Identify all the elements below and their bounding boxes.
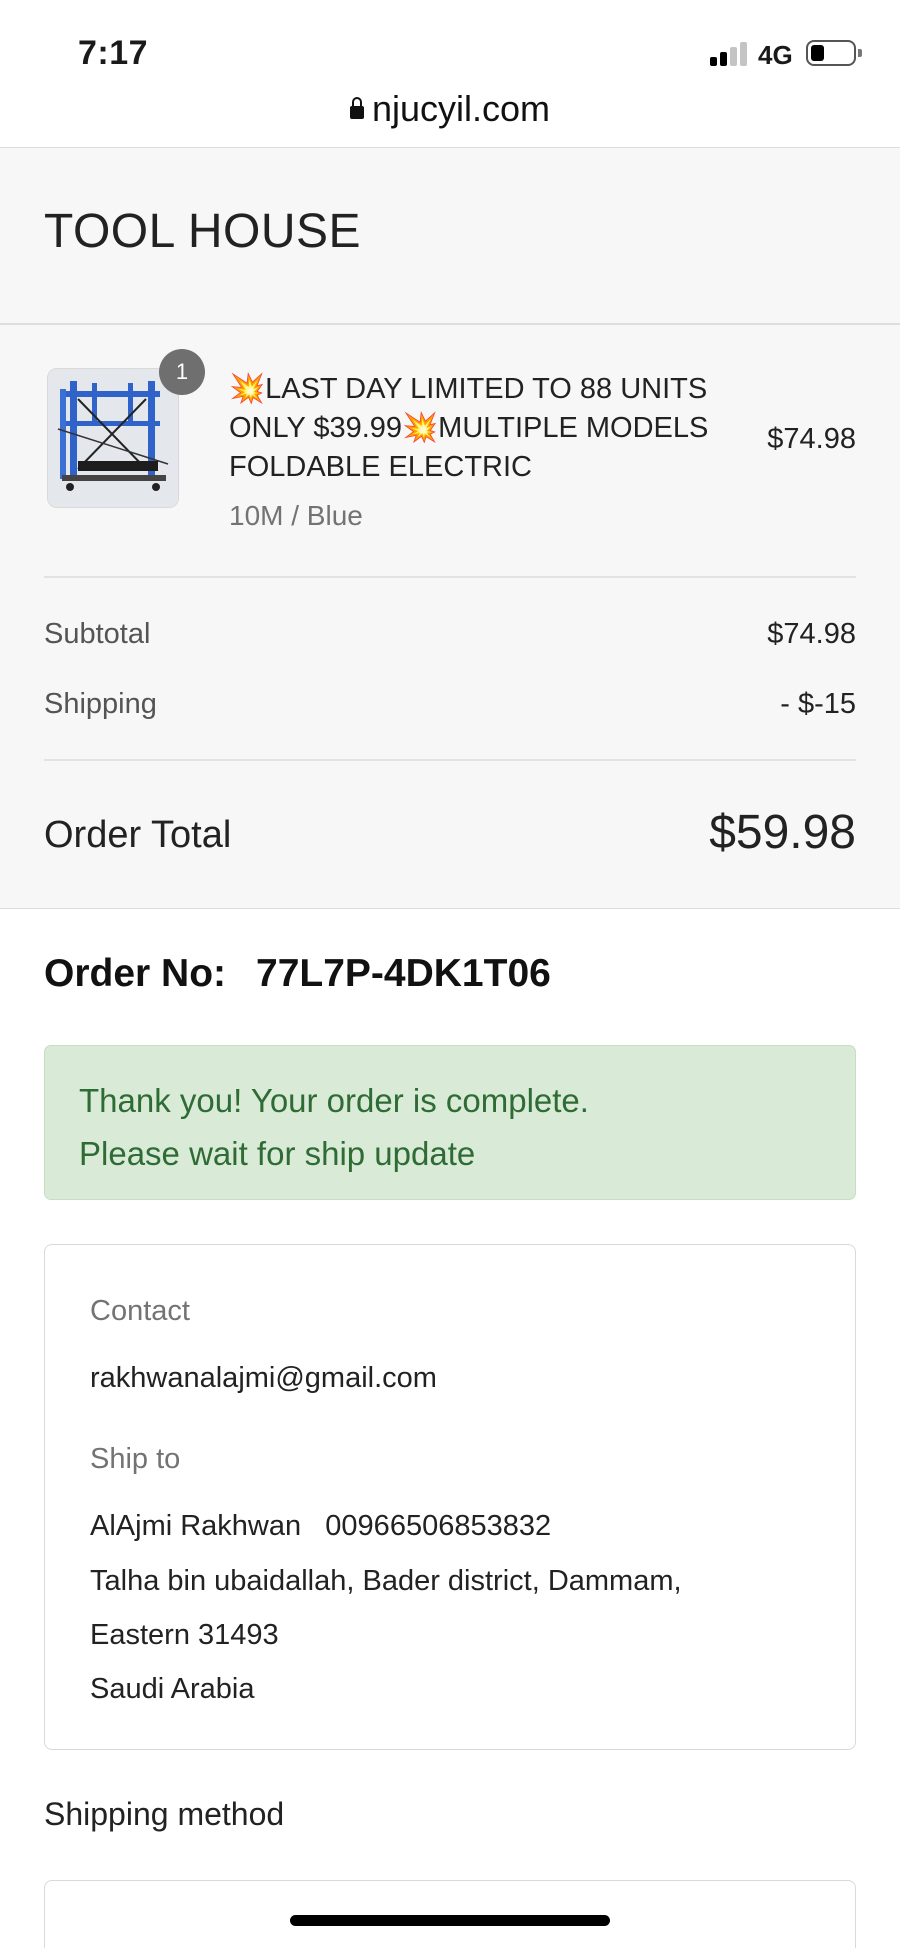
shipping-method-title: Shipping method bbox=[44, 1796, 285, 1832]
status-bar: 7:17 4G bbox=[0, 0, 900, 100]
product-thumbnail bbox=[47, 368, 179, 508]
home-indicator[interactable] bbox=[290, 1915, 610, 1926]
divider bbox=[0, 323, 900, 325]
subtotal-value: $74.98 bbox=[767, 618, 856, 650]
customer-info-card: Contact rakhwanalajmi@gmail.com Ship to … bbox=[44, 1244, 856, 1750]
ship-to-address: Talha bin ubaidallah, Bader district, Da… bbox=[90, 1565, 682, 1597]
shipping-method-card bbox=[44, 1880, 856, 1948]
contact-label: Contact bbox=[90, 1295, 190, 1327]
order-number-label: Order No: bbox=[44, 952, 227, 995]
order-total-label: Order Total bbox=[44, 814, 232, 856]
divider bbox=[44, 576, 856, 578]
lock-icon bbox=[349, 97, 364, 119]
quantity-badge: 1 bbox=[159, 349, 205, 395]
subtotal-label: Subtotal bbox=[44, 618, 151, 650]
battery-icon bbox=[806, 40, 862, 66]
order-summary: TOOL HOUSE 1 💥LAST DAY LIMITED TO 88 UNI… bbox=[0, 147, 900, 909]
ship-to-label: Ship to bbox=[90, 1443, 181, 1475]
status-time: 7:17 bbox=[78, 34, 149, 72]
shop-name[interactable]: TOOL HOUSE bbox=[44, 204, 361, 259]
notice-line: Please wait for ship update bbox=[79, 1135, 476, 1172]
url-text: njucyil.com bbox=[371, 88, 551, 129]
ship-to-country: Saudi Arabia bbox=[90, 1673, 255, 1705]
order-number-value: 77L7P-4DK1T06 bbox=[256, 952, 551, 995]
ship-to-region: Eastern 31493 bbox=[90, 1619, 279, 1651]
address-bar[interactable]: njucyil.com bbox=[0, 88, 900, 148]
product-title: 💥LAST DAY LIMITED TO 88 UNITS ONLY $39.9… bbox=[229, 373, 709, 483]
order-complete-notice: Thank you! Your order is complete. Pleas… bbox=[44, 1045, 856, 1200]
network-type: 4G bbox=[758, 40, 793, 70]
shipping-value: - $-15 bbox=[780, 688, 856, 720]
divider bbox=[44, 759, 856, 761]
contact-email: rakhwanalajmi@gmail.com bbox=[90, 1362, 437, 1394]
notice-line: Thank you! Your order is complete. bbox=[79, 1082, 589, 1119]
ship-to-name-phone: AlAjmi Rakhwan 00966506853832 bbox=[90, 1510, 552, 1542]
product-price: $74.98 bbox=[767, 423, 856, 455]
product-variant: 10M / Blue bbox=[229, 500, 363, 531]
order-number: Order No: 77L7P-4DK1T06 bbox=[44, 952, 551, 996]
order-total-value: $59.98 bbox=[709, 806, 856, 859]
shipping-label: Shipping bbox=[44, 688, 157, 720]
signal-icon bbox=[710, 40, 750, 66]
